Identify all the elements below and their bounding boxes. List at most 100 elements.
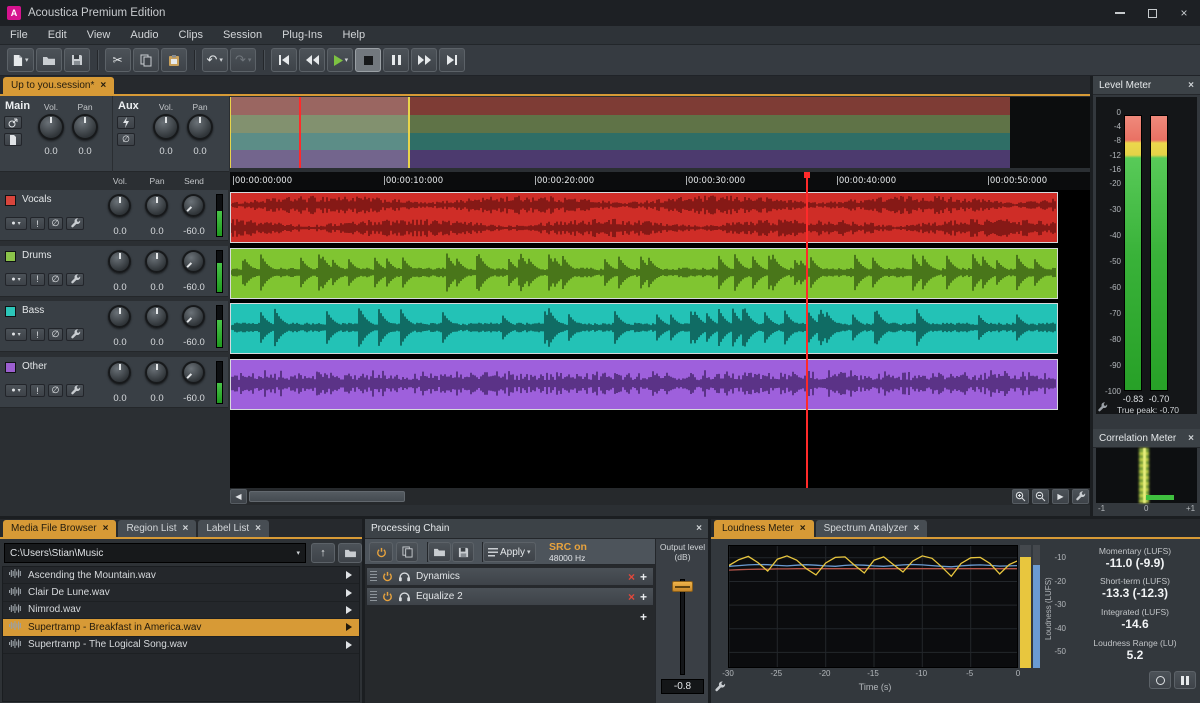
zoom-out-button[interactable] (1032, 489, 1049, 504)
paste-button[interactable] (160, 48, 187, 72)
session-tab[interactable]: Up to you.session* × (3, 77, 115, 94)
effect-row-dynamics[interactable]: Dynamics × + (366, 567, 654, 586)
zoom-in-button[interactable] (1012, 489, 1029, 504)
loudness-settings-button[interactable] (714, 681, 726, 696)
track-fx-button[interactable] (66, 328, 84, 342)
close-button[interactable]: × (1168, 0, 1200, 26)
file-row[interactable]: Supertramp - Breakfast in America.wav (3, 619, 359, 637)
close-icon[interactable]: × (103, 523, 109, 534)
track-pan-knob[interactable] (145, 194, 168, 217)
track-fx-button[interactable] (66, 217, 84, 230)
stop-button[interactable] (355, 48, 382, 72)
track-lane-drums[interactable] (230, 247, 1058, 299)
timeline-ruler[interactable]: |00:00:00:000 |00:00:10:000 |00:00:20:000 |… (230, 172, 1090, 190)
track-record-button[interactable]: ● ▾ (5, 328, 27, 342)
main-pan-knob[interactable] (72, 114, 98, 140)
aux-pan-knob[interactable] (187, 114, 213, 140)
tab-label-list[interactable]: Label List × (198, 520, 269, 537)
track-solo-button[interactable]: ! (30, 328, 45, 342)
tab-media-file-browser[interactable]: Media File Browser × (3, 520, 117, 537)
track-mute-button[interactable]: ∅ (48, 217, 63, 230)
track-lane-bass[interactable] (230, 303, 1058, 355)
track-mute-button[interactable]: ∅ (48, 272, 63, 286)
timeline-settings-button[interactable] (1072, 489, 1089, 504)
menu-clips[interactable]: Clips (169, 26, 213, 44)
headphones-icon[interactable] (398, 591, 411, 602)
copy-button[interactable] (132, 48, 159, 72)
add-effect-icon[interactable]: + (640, 590, 647, 604)
track-record-button[interactable]: ● ▾ (5, 384, 27, 398)
scroll-right-button[interactable]: ▶ (1052, 489, 1069, 504)
track-volume-knob[interactable] (108, 361, 131, 385)
menu-file[interactable]: File (0, 26, 38, 44)
file-play-button[interactable] (346, 588, 352, 597)
drag-handle-icon[interactable] (370, 591, 377, 602)
close-icon[interactable]: × (914, 523, 920, 534)
chain-power-button[interactable] (369, 542, 393, 562)
main-volume-knob[interactable] (38, 114, 64, 140)
browse-folder-button[interactable] (338, 543, 362, 563)
power-icon[interactable] (382, 591, 393, 602)
menu-plug-ins[interactable]: Plug-Ins (272, 26, 332, 44)
overview-viewport[interactable] (230, 97, 409, 168)
tab-spectrum-analyzer[interactable]: Spectrum Analyzer × (815, 520, 928, 537)
chain-copy-button[interactable] (396, 542, 418, 562)
aux-volume-knob[interactable] (153, 114, 179, 140)
path-dropdown[interactable]: C:\Users\Stian\Music ▾ (4, 543, 306, 563)
overview-playhead[interactable] (299, 97, 301, 168)
track-solo-button[interactable]: ! (30, 384, 45, 398)
tab-region-list[interactable]: Region List × (118, 520, 197, 537)
parent-folder-button[interactable]: ↑ (311, 543, 335, 563)
viewport-right-edge[interactable] (408, 97, 410, 168)
minimize-button[interactable] (1104, 0, 1136, 26)
track-solo-button[interactable]: ! (30, 217, 45, 230)
file-play-button[interactable] (346, 640, 352, 649)
file-row[interactable]: Ascending the Mountain.wav (3, 567, 359, 585)
chain-open-button[interactable] (428, 542, 451, 562)
track-fx-button[interactable] (66, 384, 84, 398)
track-mute-button[interactable]: ∅ (48, 328, 63, 342)
track-color-swatch[interactable] (5, 195, 16, 206)
meter-settings-button[interactable] (1097, 402, 1108, 416)
track-lane-vocals[interactable] (230, 192, 1058, 243)
notes-button[interactable] (4, 133, 22, 146)
scroll-left-button[interactable]: ◀ (230, 489, 247, 504)
play-button[interactable]: ▾ (327, 48, 354, 72)
track-send-knob[interactable] (182, 361, 205, 385)
track-record-button[interactable]: ● ▾ (5, 217, 27, 230)
loudness-run-button[interactable] (1149, 671, 1171, 689)
new-session-button[interactable]: ▾ (7, 48, 34, 72)
menu-help[interactable]: Help (332, 26, 375, 44)
track-pan-knob[interactable] (145, 361, 168, 385)
add-effect-icon[interactable]: + (640, 610, 647, 624)
record-arm-button[interactable] (4, 116, 22, 129)
loudness-pause-button[interactable] (1174, 671, 1196, 689)
file-row[interactable]: Clair De Lune.wav (3, 584, 359, 602)
close-icon[interactable]: × (1188, 80, 1194, 91)
file-play-button[interactable] (346, 571, 352, 580)
pause-button[interactable] (383, 48, 410, 72)
remove-effect-icon[interactable]: × (628, 570, 635, 584)
file-play-button[interactable] (346, 623, 352, 632)
bypass-button[interactable] (117, 116, 135, 129)
session-overview[interactable] (230, 97, 1010, 168)
file-play-button[interactable] (346, 605, 352, 614)
menu-session[interactable]: Session (213, 26, 272, 44)
close-icon[interactable]: × (255, 523, 261, 534)
track-volume-knob[interactable] (108, 305, 131, 329)
maximize-button[interactable] (1136, 0, 1168, 26)
track-record-button[interactable]: ● ▾ (5, 272, 27, 286)
apply-button[interactable]: Apply ▾ (483, 542, 536, 562)
headphones-icon[interactable] (398, 571, 411, 582)
track-send-knob[interactable] (182, 305, 205, 329)
track-lane-other[interactable] (230, 359, 1058, 411)
power-icon[interactable] (382, 571, 393, 582)
drag-handle-icon[interactable] (370, 571, 377, 582)
mute-button[interactable]: ∅ (117, 133, 135, 146)
chain-save-button[interactable] (452, 542, 474, 562)
file-row[interactable]: Nimrod.wav (3, 602, 359, 620)
output-fader-track[interactable] (680, 579, 685, 675)
close-icon[interactable]: × (696, 523, 702, 534)
close-icon[interactable]: × (1188, 433, 1194, 444)
output-fader-handle[interactable] (672, 581, 693, 592)
